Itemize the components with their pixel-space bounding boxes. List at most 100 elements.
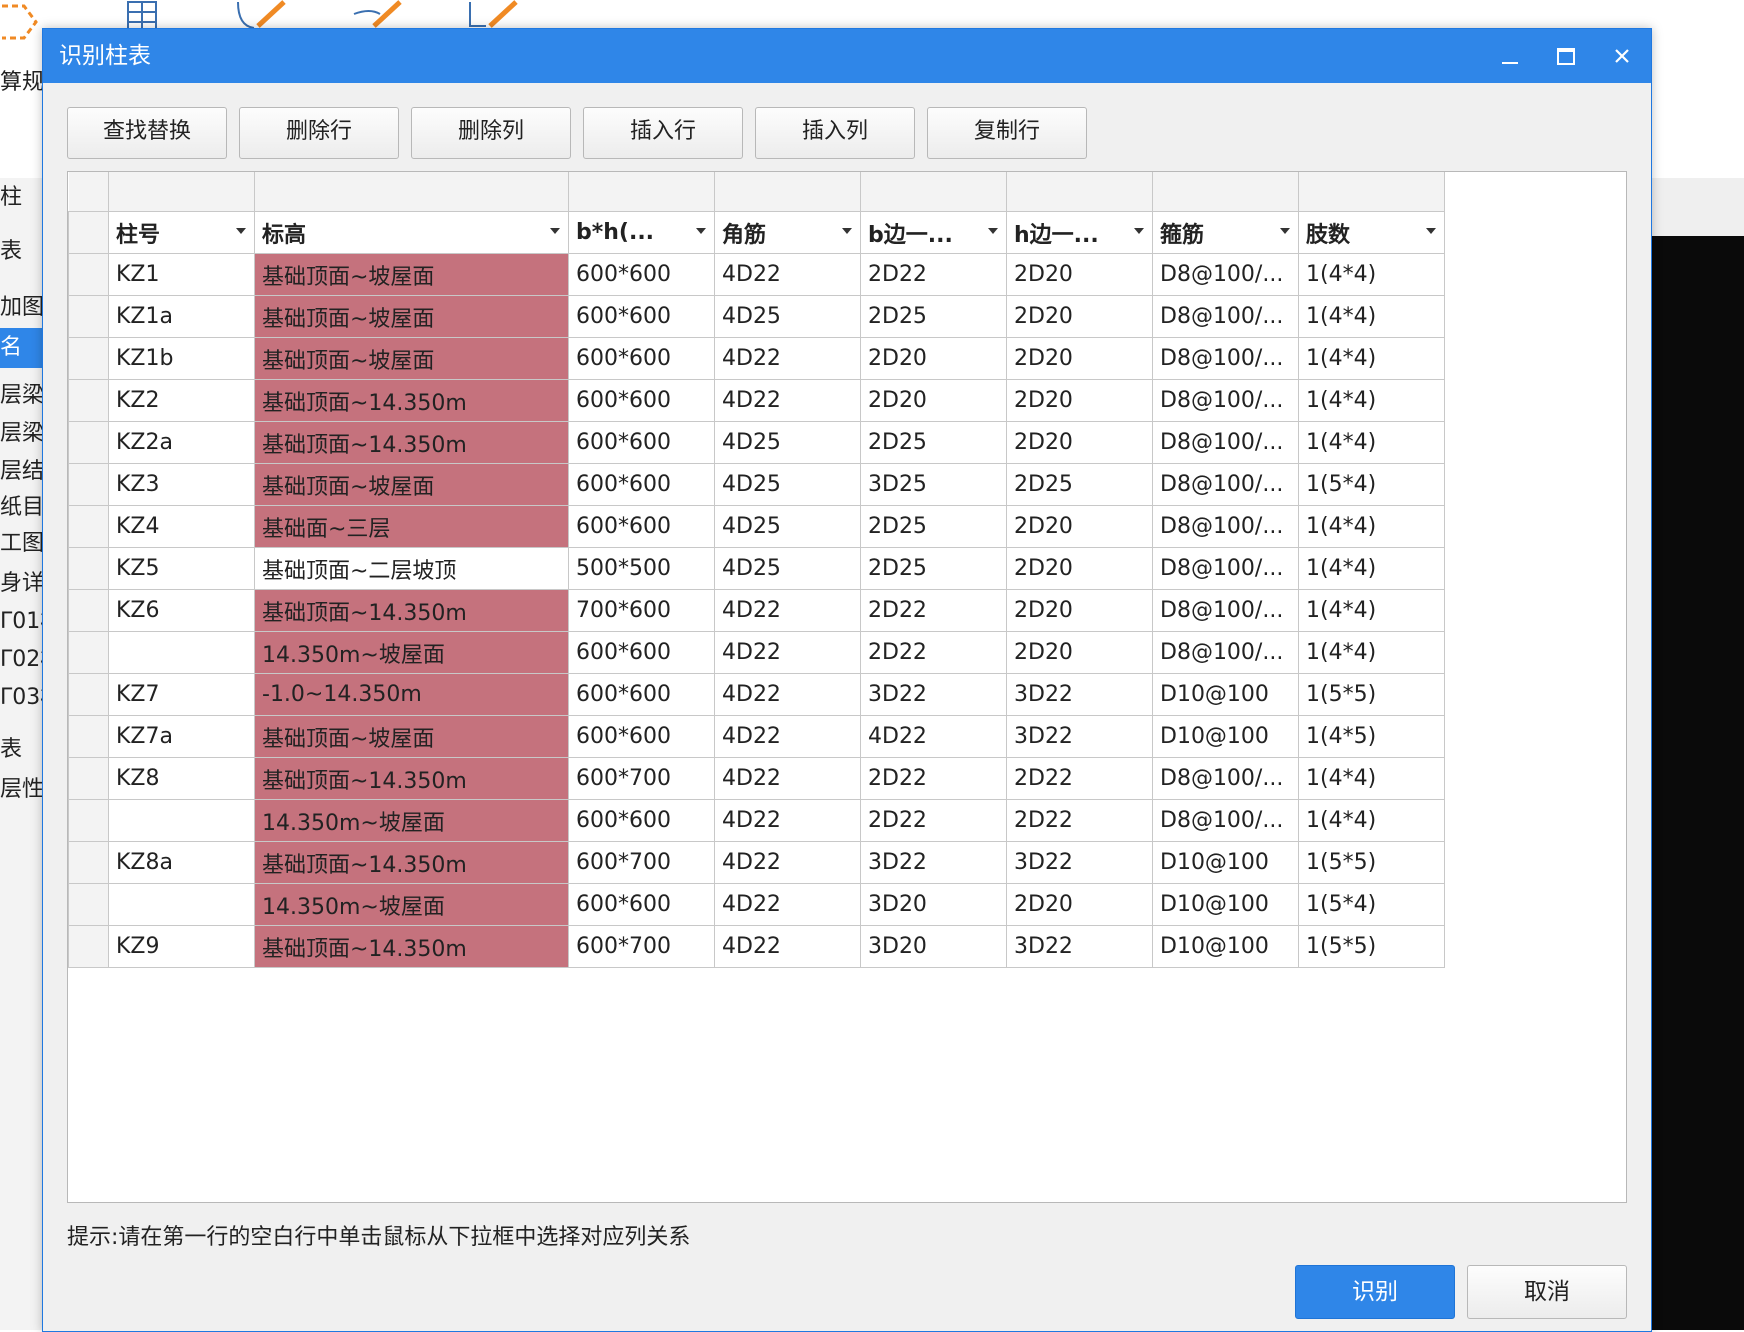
table-cell[interactable]: 2D20 [1006,883,1153,926]
table-cell[interactable]: 700*600 [568,589,715,632]
dropdown-arrow-icon[interactable] [696,228,706,234]
table-cell[interactable]: D8@100/... [1152,421,1299,464]
table-cell[interactable]: 2D22 [860,589,1007,632]
table-cell[interactable]: 2D20 [860,337,1007,380]
row-header[interactable] [68,295,109,338]
table-cell[interactable]: 基础顶面~14.350m [254,925,569,968]
table-cell[interactable]: 2D20 [1006,505,1153,548]
table-cell[interactable]: 2D22 [860,799,1007,842]
column-header[interactable]: 柱号 [108,211,255,254]
table-cell[interactable]: D10@100 [1152,673,1299,716]
table-cell[interactable]: 4D25 [714,463,861,506]
dropdown-arrow-icon[interactable] [1134,228,1144,234]
left-panel-item[interactable]: 工图 [0,524,44,564]
table-cell[interactable]: 3D22 [1006,925,1153,968]
row-header[interactable] [68,421,109,464]
table-cell[interactable]: 1(4*4) [1298,547,1445,590]
table-cell[interactable]: 3D20 [860,883,1007,926]
row-header[interactable] [68,337,109,380]
left-panel-item[interactable]: 层结 [0,452,44,492]
dropdown-arrow-icon[interactable] [550,228,560,234]
dropdown-arrow-icon[interactable] [1426,228,1436,234]
column-mapping-cell[interactable] [860,172,1007,212]
table-cell[interactable]: 1(4*4) [1298,589,1445,632]
table-cell[interactable]: D8@100/... [1152,463,1299,506]
table-cell[interactable]: 14.350m~坡屋面 [254,799,569,842]
table-cell[interactable] [108,631,255,674]
table-cell[interactable] [108,883,255,926]
left-panel-item[interactable]: 层性 [0,770,44,810]
table-cell[interactable]: 3D22 [860,673,1007,716]
table-cell[interactable]: D8@100/... [1152,337,1299,380]
column-mapping-cell[interactable] [254,172,569,212]
table-cell[interactable]: 600*700 [568,925,715,968]
table-cell[interactable]: 1(4*4) [1298,337,1445,380]
row-header[interactable] [68,505,109,548]
left-panel-item[interactable]: Γ01楼 [0,602,44,642]
table-cell[interactable]: KZ8 [108,757,255,800]
table-cell[interactable]: 2D20 [1006,589,1153,632]
table-cell[interactable]: 4D22 [714,883,861,926]
table-cell[interactable]: 4D25 [714,421,861,464]
row-header[interactable] [68,589,109,632]
dropdown-arrow-icon[interactable] [1280,228,1290,234]
column-header[interactable]: b*h(... [568,211,715,254]
column-header[interactable]: 肢数 [1298,211,1445,254]
table-cell[interactable]: 600*600 [568,337,715,380]
column-mapping-cell[interactable] [1298,172,1445,212]
table-cell[interactable]: 基础顶面~14.350m [254,589,569,632]
maximize-button[interactable] [1539,29,1593,83]
row-header[interactable] [68,883,109,926]
left-panel-item[interactable]: 加图纸 [0,288,44,328]
table-cell[interactable]: 600*600 [568,673,715,716]
table-cell[interactable]: 4D22 [714,379,861,422]
table-cell[interactable]: KZ6 [108,589,255,632]
table-cell[interactable]: 4D22 [714,757,861,800]
table-cell[interactable]: 14.350m~坡屋面 [254,631,569,674]
column-mapping-cell[interactable] [714,172,861,212]
table-cell[interactable]: 3D22 [1006,841,1153,884]
table-cell[interactable]: D8@100/... [1152,589,1299,632]
left-panel-item[interactable]: 表 [0,730,44,770]
table-cell[interactable]: KZ5 [108,547,255,590]
table-cell[interactable]: D8@100/... [1152,799,1299,842]
table-cell[interactable]: 4D22 [714,631,861,674]
table-cell[interactable]: 2D25 [860,547,1007,590]
table-cell[interactable]: 1(4*5) [1298,715,1445,758]
table-cell[interactable]: 600*600 [568,253,715,296]
table-cell[interactable]: KZ1 [108,253,255,296]
arrow-tool-icon[interactable] [0,0,40,50]
dropdown-arrow-icon[interactable] [988,228,998,234]
table-cell[interactable]: 2D22 [860,253,1007,296]
table-cell[interactable]: 基础顶面~14.350m [254,757,569,800]
table-cell[interactable]: 600*600 [568,715,715,758]
table-cell[interactable]: KZ2a [108,421,255,464]
row-header[interactable] [68,463,109,506]
table-cell[interactable]: 基础顶面~坡屋面 [254,463,569,506]
table-cell[interactable]: 1(5*5) [1298,841,1445,884]
table-cell[interactable]: 1(4*4) [1298,799,1445,842]
table-cell[interactable] [108,799,255,842]
table-cell[interactable]: D8@100/... [1152,253,1299,296]
table-cell[interactable]: 1(5*5) [1298,673,1445,716]
table-cell[interactable]: 4D22 [714,673,861,716]
table-cell[interactable]: 2D22 [860,757,1007,800]
column-header[interactable]: 角筋 [714,211,861,254]
row-header[interactable] [68,379,109,422]
table-cell[interactable]: 600*600 [568,883,715,926]
row-header[interactable] [68,673,109,716]
table-cell[interactable]: 1(4*4) [1298,505,1445,548]
table-cell[interactable]: 4D22 [714,589,861,632]
table-cell[interactable]: 3D20 [860,925,1007,968]
column-mapping-cell[interactable] [108,172,255,212]
table-cell[interactable]: KZ8a [108,841,255,884]
delete-column-button[interactable]: 删除列 [411,107,571,159]
table-cell[interactable]: 基础顶面~坡屋面 [254,715,569,758]
dropdown-arrow-icon[interactable] [842,228,852,234]
table-cell[interactable]: 600*600 [568,295,715,338]
table-cell[interactable]: 2D25 [860,421,1007,464]
table-cell[interactable]: 3D22 [1006,715,1153,758]
column-header[interactable]: b边一... [860,211,1007,254]
table-cell[interactable]: 基础顶面~坡屋面 [254,337,569,380]
table-cell[interactable]: KZ1a [108,295,255,338]
